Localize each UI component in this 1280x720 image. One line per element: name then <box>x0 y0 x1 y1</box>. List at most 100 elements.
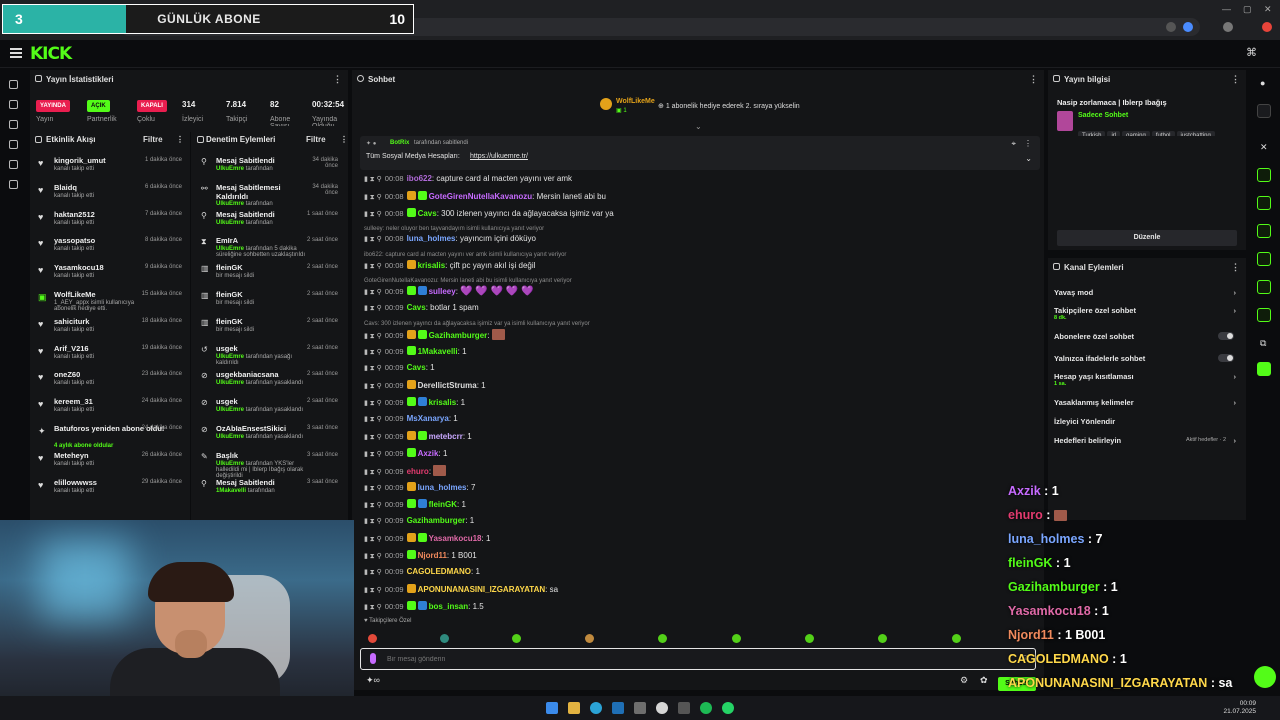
toggle-switch[interactable] <box>1218 332 1234 340</box>
mod-tools-icon[interactable]: ▮ ⧗ ⚲ <box>364 434 382 441</box>
activity-item[interactable]: ♥ Blaidq kanalı takip etti 6 dakika önce <box>30 181 188 208</box>
chat-message[interactable]: ▮ ⧗ ⚲ 00:09 Gazihamburger: 1 <box>364 516 474 532</box>
chat-username[interactable]: Cavs <box>418 209 437 218</box>
activity-item[interactable]: ✦ Batuforos yeniden abone oldu! 4 aylık ab… <box>30 422 188 449</box>
link-icon[interactable] <box>1257 252 1271 266</box>
chat-message[interactable]: ▮ ⧗ ⚲ 00:08 krisalis: çift pc yayın akıl i… <box>364 260 535 276</box>
microphone-icon[interactable] <box>370 653 376 664</box>
mod-tools-icon[interactable]: ▮ ⧗ ⚲ <box>364 176 382 183</box>
channel-action-item[interactable]: Hedefleri belirleyin › Aktif hedefler · 2 <box>1054 436 1236 445</box>
chat-message[interactable]: ▮ ⧗ ⚲ 00:09 Axzik: 1 <box>364 448 447 464</box>
emote-icon[interactable] <box>952 634 961 643</box>
moderation-item[interactable]: ⊘ usgek UlkuEmre tarafından yasaklandı 2 sa… <box>192 395 342 422</box>
chat-username[interactable]: Cavs <box>407 363 426 372</box>
mod-tools-icon[interactable]: ▮ ⧗ ⚲ <box>364 416 382 423</box>
emote-icon[interactable] <box>658 634 667 643</box>
chat-username[interactable]: Axzik <box>418 449 439 458</box>
chat-message[interactable]: ▮ ⧗ ⚲ 00:09 ehuro: <box>364 465 447 481</box>
chat-message[interactable]: ▮ ⧗ ⚲ 00:09 luna_holmes: 7 <box>364 482 475 498</box>
moderation-item[interactable]: ↺ usgek UlkuEmre tarafından yasağı kaldırı… <box>192 342 342 369</box>
chat-username[interactable]: 1Makavelli <box>418 347 458 356</box>
mod-tools-icon[interactable]: ▮ ⧗ ⚲ <box>364 400 382 407</box>
mod-tools-icon[interactable]: ▮ ⧗ ⚲ <box>364 349 382 356</box>
channel-action-item[interactable]: Abonelere özel sohbet <box>1054 332 1236 341</box>
chevron-down-icon[interactable]: ⌄ <box>695 122 702 131</box>
mod-tools-icon[interactable]: ▮ ⧗ ⚲ <box>364 305 382 312</box>
chat-username[interactable]: Gazihamburger <box>429 331 488 340</box>
activity-item[interactable]: ▣ WolfLikeMe 1_AEY_appx isimli kullanıcıya… <box>30 288 188 315</box>
mod-tools-icon[interactable]: ▮ ⧗ ⚲ <box>364 553 382 560</box>
activity-item[interactable]: ♥ Yasamkocu18 kanalı takip etti 9 dakika ön… <box>30 261 188 288</box>
mod-tools-icon[interactable]: ▮ ⧗ ⚲ <box>364 365 382 372</box>
activity-item[interactable]: ♥ kingorik_umut kanalı takip etti 1 dakika … <box>30 154 188 181</box>
kick-shortcut-icon[interactable] <box>1257 362 1271 376</box>
clip-icon[interactable] <box>1257 196 1271 210</box>
chat-message[interactable]: ▮ ⧗ ⚲ 00:08 GoteGirenNutellaKavanozu: Mers… <box>364 191 606 207</box>
chat-username[interactable]: luna_holmes <box>407 234 456 243</box>
chat-input-box[interactable]: ☺ <box>360 648 1036 670</box>
whatsapp-taskbar-icon[interactable] <box>722 702 734 714</box>
close-window-icon[interactable]: ✕ <box>1264 4 1272 15</box>
chat-username[interactable]: APONUNANASINI_IZGARAYATAN <box>418 585 546 594</box>
activity-item[interactable]: ♥ Meteheyn kanalı takip etti 26 dakika önce <box>30 449 188 476</box>
settings-icon[interactable] <box>9 180 18 189</box>
toggle-switch[interactable] <box>1218 354 1234 362</box>
analytics-icon[interactable] <box>9 160 18 169</box>
mod-tools-icon[interactable]: ▮ ⧗ ⚲ <box>364 485 382 492</box>
chat-message[interactable]: ▮ ⧗ ⚲ 00:09 Cavs: botlar 1 spam <box>364 303 479 319</box>
pin-toggle-icon[interactable]: ⌖ <box>1011 139 1016 149</box>
chat-message[interactable]: ▮ ⧗ ⚲ 00:08 ibo622: capture card al macten… <box>364 174 572 190</box>
chat-message[interactable]: ▮ ⧗ ⚲ 00:09 metebcrr: 1 <box>364 431 472 447</box>
channel-action-item[interactable]: Takipçilere özel sohbet 8 dk. › <box>1054 306 1236 321</box>
more-options-icon[interactable]: ⋮ <box>1231 74 1240 85</box>
mod-tools-icon[interactable]: ▮ ⧗ ⚲ <box>364 211 382 218</box>
moderation-item[interactable]: ⊘ OzAbIaEnsestSikici UlkuEmre tarafından y… <box>192 422 342 449</box>
chat-message-input[interactable] <box>387 652 987 666</box>
chat-username[interactable]: krisalis <box>429 398 457 407</box>
emote-icon[interactable] <box>805 634 814 643</box>
activity-item[interactable]: ♥ yassopatso kanalı takip etti 8 dakika önc… <box>30 234 188 261</box>
chat-message[interactable]: ▮ ⧗ ⚲ 00:09 APONUNANASINI_IZGARAYATAN: sa <box>364 584 558 600</box>
mod-tools-icon[interactable]: ▮ ⧗ ⚲ <box>364 194 382 201</box>
mod-tools-icon[interactable]: ▮ ⧗ ⚲ <box>364 451 382 458</box>
more-options-icon[interactable]: ⋮ <box>176 135 184 144</box>
steam-icon[interactable] <box>612 702 624 714</box>
dashboard-icon[interactable] <box>9 100 18 109</box>
mod-tools-icon[interactable]: ▮ ⧗ ⚲ <box>364 469 382 476</box>
chat-username[interactable]: GoteGirenNutellaKavanozu <box>429 192 533 201</box>
activity-filter-button[interactable]: Filtre <box>143 135 163 144</box>
chat-username[interactable]: fleinGK <box>429 500 457 509</box>
kick-logo[interactable]: KICK <box>30 44 72 64</box>
edit-icon[interactable] <box>1257 104 1271 118</box>
chat-username[interactable]: bos_insan <box>429 602 469 611</box>
trophy-icon[interactable] <box>9 120 18 129</box>
chat-username[interactable]: Gazihamburger <box>407 516 466 525</box>
lightning-icon[interactable] <box>1257 168 1271 182</box>
stream-tag[interactable]: justchatting <box>1176 131 1215 136</box>
pinned-message[interactable]: ✦ ● BotRix tarafından sabitlendi Tüm Sos… <box>360 136 1040 170</box>
hamburger-menu-icon[interactable] <box>10 48 22 58</box>
chat-message[interactable]: ▮ ⧗ ⚲ 00:09 Gazihamburger: <box>364 329 505 345</box>
chat-username[interactable]: Yasamkocu18 <box>429 534 482 543</box>
mod-tools-icon[interactable]: ▮ ⧗ ⚲ <box>364 502 382 509</box>
mod-tools-icon[interactable]: ▮ ⧗ ⚲ <box>364 289 382 296</box>
more-options-icon[interactable]: ⋮ <box>1231 262 1240 273</box>
spotify-icon[interactable] <box>700 702 712 714</box>
chat-username[interactable]: Njord11 <box>418 551 447 560</box>
chrome-icon[interactable] <box>656 702 668 714</box>
bookmark-icon[interactable] <box>1166 22 1176 32</box>
obs-icon[interactable] <box>634 702 646 714</box>
chat-username[interactable]: MsXanarya <box>407 414 449 423</box>
activity-item[interactable]: ♥ sahiciturk kanalı takip etti 18 dakika ön… <box>30 315 188 342</box>
moderation-item[interactable]: ⧗ EmIrA UlkuEmre tarafından 5 dakika sürel… <box>192 234 342 261</box>
mod-tools-icon[interactable]: ▮ ⧗ ⚲ <box>364 518 382 525</box>
mod-tools-icon[interactable]: ▮ ⧗ ⚲ <box>364 236 382 243</box>
chat-message[interactable]: ▮ ⧗ ⚲ 00:09 DerellictStruma: 1 <box>364 380 486 396</box>
mod-tools-icon[interactable]: ▮ ⧗ ⚲ <box>364 333 382 340</box>
pinned-link[interactable]: https://ulkuemre.tr/ <box>470 153 528 160</box>
moderation-item[interactable]: ⚲ Mesaj Sabitlendi UlkuEmre tarafından 34 d… <box>192 154 342 181</box>
channel-action-item[interactable]: Yasaklanmış kelimeler › <box>1054 398 1236 407</box>
stream-icon[interactable] <box>9 80 18 89</box>
chat-username[interactable]: ibo622 <box>407 174 432 183</box>
mod-tools-icon[interactable]: ▮ ⧗ ⚲ <box>364 263 382 270</box>
